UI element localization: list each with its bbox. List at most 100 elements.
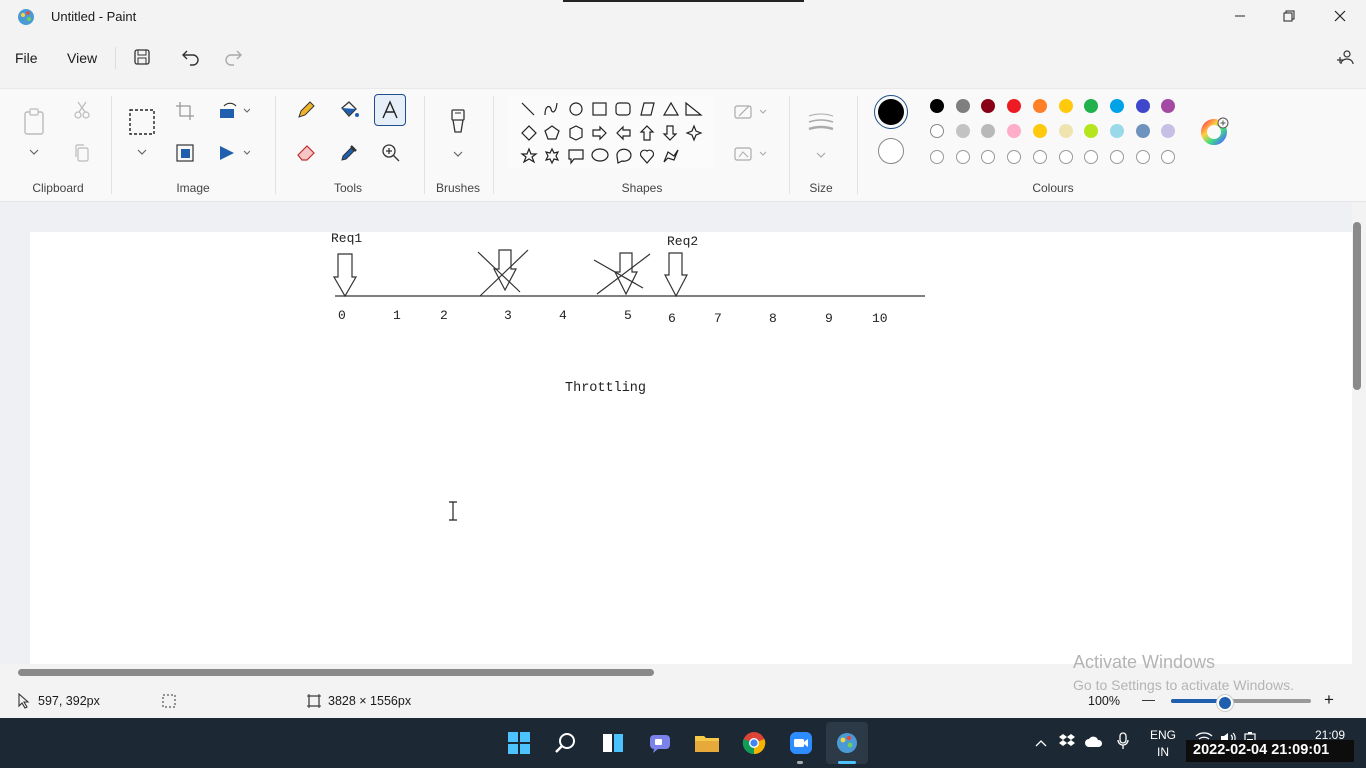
colour-swatch[interactable] <box>1135 124 1150 138</box>
search-button[interactable] <box>550 727 582 759</box>
save-button[interactable] <box>133 48 151 71</box>
active-indicator <box>838 761 856 764</box>
colour-swatch[interactable] <box>1058 150 1073 164</box>
title-bar <box>0 0 1366 34</box>
copy-button[interactable] <box>72 143 92 168</box>
restore-button[interactable] <box>1266 0 1312 32</box>
zoom-slider-thumb[interactable] <box>1217 695 1233 711</box>
close-button[interactable] <box>1317 0 1363 32</box>
colour-swatch[interactable] <box>981 124 996 138</box>
fill-style-button[interactable] <box>733 144 769 169</box>
size-dropdown[interactable] <box>815 146 827 164</box>
magnifier-button[interactable] <box>381 143 401 168</box>
colour-swatch[interactable] <box>1032 99 1047 113</box>
colour-swatch[interactable] <box>1007 124 1022 138</box>
task-view-button[interactable] <box>597 727 629 759</box>
zoom-app-button[interactable] <box>785 727 817 759</box>
outline-button[interactable] <box>733 102 769 127</box>
colour-swatch[interactable] <box>981 99 996 113</box>
colour-swatch[interactable] <box>930 124 944 138</box>
eraser-button[interactable] <box>296 143 316 168</box>
activate-windows-title: Activate Windows <box>1073 652 1216 672</box>
language-region[interactable]: IN <box>1157 745 1169 759</box>
zoom-level[interactable]: 100% <box>1088 694 1120 708</box>
drawing-strokes <box>332 249 925 298</box>
paste-dropdown[interactable] <box>28 143 40 161</box>
colour-swatch[interactable] <box>955 150 970 164</box>
brushes-dropdown[interactable] <box>452 145 464 163</box>
chrome-button[interactable] <box>738 727 770 759</box>
colour-swatch[interactable] <box>1109 150 1124 164</box>
size-button[interactable] <box>808 112 834 139</box>
colour-swatch[interactable] <box>930 99 944 113</box>
zoom-slider[interactable] <box>1171 699 1311 703</box>
language-code[interactable]: ENG <box>1150 728 1176 742</box>
colour-swatch[interactable] <box>1032 124 1047 138</box>
pointer-icon <box>16 692 30 714</box>
fill-button[interactable] <box>338 100 360 125</box>
teams-chat-button[interactable] <box>644 727 676 759</box>
chevron-down-icon <box>453 151 463 157</box>
colour-swatch[interactable] <box>1161 124 1176 138</box>
group-label-shapes: Shapes <box>621 181 663 195</box>
colour-swatch[interactable] <box>1109 124 1124 138</box>
flip-button[interactable] <box>218 143 251 168</box>
horizontal-scrollbar[interactable] <box>18 669 654 676</box>
text-tool-button[interactable] <box>374 94 406 126</box>
crop-button[interactable] <box>175 101 195 126</box>
file-explorer-button[interactable] <box>691 727 723 759</box>
colour-swatch[interactable] <box>1161 99 1176 113</box>
select-dropdown[interactable] <box>136 143 148 161</box>
colour-swatch[interactable] <box>955 99 970 113</box>
datetime-stamp: 2022-02-04 21:09:01 <box>1193 742 1330 758</box>
cut-button[interactable] <box>72 100 92 125</box>
paste-button[interactable] <box>22 108 46 141</box>
redo-button[interactable] <box>223 48 243 71</box>
brushes-button[interactable] <box>448 108 468 141</box>
edit-colours-button[interactable] <box>1200 116 1232 153</box>
share-button[interactable] <box>1335 48 1355 73</box>
colour-swatch[interactable] <box>1007 99 1022 113</box>
colour-swatch[interactable] <box>1135 99 1150 113</box>
onedrive-tray-icon[interactable] <box>1084 735 1104 753</box>
minimize-button[interactable] <box>1217 0 1263 32</box>
tray-overflow-button[interactable] <box>1034 735 1048 753</box>
colour-swatch[interactable] <box>1058 124 1073 138</box>
microphone-tray-icon[interactable] <box>1116 732 1130 755</box>
colour-swatch[interactable] <box>1058 99 1073 113</box>
text-cursor-icon <box>447 501 459 526</box>
vertical-scrollbar[interactable] <box>1353 222 1361 390</box>
colour-2-button[interactable] <box>878 138 904 164</box>
select-button[interactable] <box>129 109 155 140</box>
flip-icon <box>220 146 251 160</box>
windows-logo-icon <box>508 732 530 754</box>
colour-swatch[interactable] <box>1084 124 1099 138</box>
paint-taskbar-button[interactable] <box>831 727 863 759</box>
pencil-button[interactable] <box>296 100 316 125</box>
start-button[interactable] <box>503 727 535 759</box>
colour-swatch[interactable] <box>955 124 970 138</box>
colour-swatch[interactable] <box>1084 99 1099 113</box>
colour-swatch[interactable] <box>1084 150 1099 164</box>
colour-swatch[interactable] <box>1161 150 1176 164</box>
colour-swatch[interactable] <box>1109 99 1124 113</box>
rotate-button[interactable] <box>218 101 251 126</box>
line-weight-icon <box>808 113 834 131</box>
redo-icon <box>225 50 242 66</box>
colour-swatch[interactable] <box>1135 150 1150 164</box>
zoom-in-button[interactable]: + <box>1324 690 1334 710</box>
menu-view[interactable]: View <box>67 50 97 66</box>
colour-swatch[interactable] <box>981 150 996 164</box>
resize-button[interactable] <box>175 143 195 168</box>
colour-palette <box>930 99 1180 169</box>
zoom-in-icon <box>382 144 400 162</box>
menu-file[interactable]: File <box>15 50 38 66</box>
colour-picker-button[interactable] <box>339 143 359 168</box>
dropbox-tray-icon[interactable] <box>1058 733 1076 754</box>
colour-swatch[interactable] <box>1032 150 1047 164</box>
undo-button[interactable] <box>181 48 201 71</box>
colour-1-button[interactable] <box>874 95 908 129</box>
colour-swatch[interactable] <box>1007 150 1022 164</box>
zoom-out-button[interactable]: — <box>1142 692 1155 707</box>
colour-swatch[interactable] <box>930 150 944 164</box>
